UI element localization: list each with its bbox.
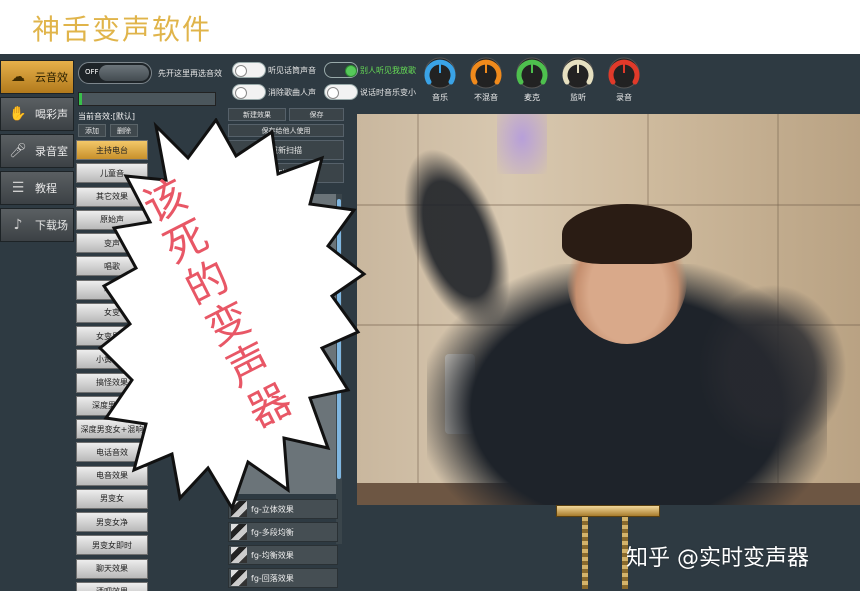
cheer-icon: ✋	[9, 106, 27, 122]
watermark: 知乎 @实时变声器	[626, 546, 809, 571]
plugin-thumbnail-icon	[231, 570, 247, 586]
plugin-thumbnail-icon	[231, 524, 247, 540]
master-switch-label: 先开这里再选音效	[158, 69, 222, 78]
toggle-duck-music-label: 说话时音乐变小	[360, 88, 416, 97]
effect-category-item[interactable]: 酒吧效果	[76, 581, 148, 591]
toggle-others-hear-music[interactable]	[324, 62, 358, 78]
gauge-label: 不混音	[474, 93, 498, 102]
monitor-gauge-icon	[562, 57, 594, 89]
cloud-icon: ☁	[11, 69, 25, 85]
effect-category-item[interactable]: 男变女净	[76, 512, 148, 532]
gauge-label: 音乐	[432, 93, 448, 102]
nav-item-cheer[interactable]: ✋ 喝彩声	[0, 97, 74, 131]
music-gauge-icon	[424, 57, 456, 89]
plugin-item[interactable]: fg-多段均衡	[228, 522, 338, 542]
level-progress	[78, 92, 216, 106]
microphone-icon: 🎤︎	[9, 143, 27, 159]
nav-label: 录音室	[35, 145, 68, 158]
toggle-hear-mic-label: 听见话筒声音	[268, 66, 316, 75]
master-switch[interactable]: OFF	[78, 62, 152, 84]
effect-category-item[interactable]: 男变女即时	[76, 535, 148, 556]
gauge-label: 监听	[570, 93, 586, 102]
plugin-item[interactable]: fg-均衡效果	[228, 545, 338, 565]
nav-label: 云音效	[35, 71, 68, 84]
plugin-label: fg-多段均衡	[251, 527, 294, 537]
master-switch-knob	[99, 65, 149, 81]
photo-lamp	[497, 114, 547, 174]
plugin-list: fg-立体效果 fg-多段均衡 fg-均衡效果 fg-回落效果	[228, 499, 338, 591]
toggle-duck-music[interactable]	[324, 84, 358, 100]
photo-hair	[562, 204, 692, 264]
toggle-hear-mic[interactable]	[232, 62, 266, 78]
toggle-others-hear-music-label: 别人听见我放歌	[360, 66, 416, 75]
toggle-remove-vocals[interactable]	[232, 84, 266, 100]
level-progress-fill	[79, 93, 82, 105]
gauge-label: 录音	[616, 93, 632, 102]
gauge-2[interactable]: 麦克	[512, 56, 552, 103]
mic-gauge-icon	[516, 57, 548, 89]
effect-category-item[interactable]: 聊天效果	[76, 558, 148, 579]
gauge-label: 麦克	[524, 93, 540, 102]
nav-item-studio[interactable]: 🎤︎ 录音室	[0, 134, 74, 168]
gauge-0[interactable]: 音乐	[420, 56, 460, 103]
plugin-label: fg-均衡效果	[251, 550, 294, 560]
meme-photo	[357, 114, 860, 505]
music-note-icon: ♪	[13, 217, 23, 233]
gauge-1[interactable]: 不混音	[466, 56, 506, 103]
gauge-4[interactable]: 录音	[604, 56, 644, 103]
record-gauge-icon	[608, 57, 640, 89]
toggle-remove-vocals-label: 消除歌曲人声	[268, 88, 316, 97]
slider-handle[interactable]	[556, 505, 660, 517]
book-icon: ☰	[11, 180, 25, 196]
nomix-gauge-icon	[470, 57, 502, 89]
gauge-3[interactable]: 监听	[558, 56, 598, 103]
plugin-label: fg-回落效果	[251, 573, 294, 583]
plugin-thumbnail-icon	[231, 547, 247, 563]
photo-arm	[697, 284, 847, 454]
master-switch-state: OFF	[85, 68, 99, 76]
nav-label: 喝彩声	[35, 108, 68, 121]
nav-label: 教程	[35, 182, 57, 195]
plugin-item[interactable]: fg-回落效果	[228, 568, 338, 588]
rope-decoration	[582, 517, 588, 589]
nav-item-cloud-effects[interactable]: ☁ 云音效	[0, 60, 74, 94]
app-title: 神舌变声软件	[32, 13, 213, 46]
